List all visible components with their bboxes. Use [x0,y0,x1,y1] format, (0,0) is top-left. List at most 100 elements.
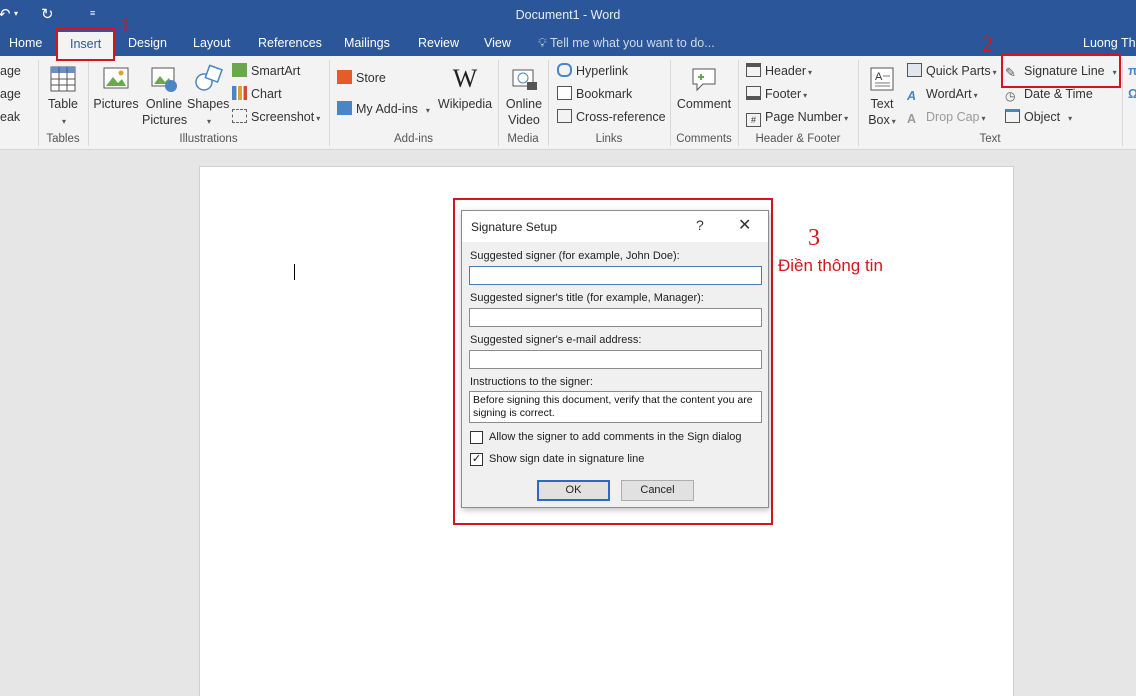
quick-parts-icon [907,63,922,77]
tab-view[interactable]: View [484,36,511,50]
cover-page-button[interactable]: age [0,62,21,80]
ribbon-tabs: Home Insert Design Layout References Mai… [0,32,1136,58]
footer-label: Footer [765,87,802,101]
quick-parts-button[interactable]: Quick Parts ▾ [907,62,997,80]
shapes-button[interactable]: Shapes ▾ [187,64,229,130]
store-icon [337,70,352,84]
object-button[interactable]: Object ▾ [1005,108,1072,126]
header-button[interactable]: Header ▾ [746,62,812,80]
table-icon [50,66,76,92]
drop-cap-label: Drop Cap [926,110,980,124]
tab-design[interactable]: Design [128,36,167,50]
pictures-icon [103,67,129,89]
drop-cap-button[interactable]: A Drop Cap ▾ [907,108,986,126]
text-box-button[interactable]: A Text Box ▾ [863,64,901,130]
wordart-icon: A [907,89,917,103]
wordart-label: WordArt [926,87,972,101]
my-addins-label: My Add-ins [356,102,418,116]
hyperlink-button[interactable]: Hyperlink [557,62,628,80]
wikipedia-label: Wikipedia [437,97,493,111]
equation-icon[interactable]: π [1128,62,1136,80]
signer-title-label: Suggested signer's title (for example, M… [470,292,704,304]
dialog-title-bar: Signature Setup ? ✕ [462,211,768,242]
screenshot-label: Screenshot [251,110,315,124]
dropdown-icon: ▾ [206,117,211,126]
my-addins-button[interactable]: My Add-ins ▾ [337,100,430,118]
group-label-links: Links [595,133,623,145]
title-bar: ↶ ▾ ↻ ≡ Document1 - Word [0,0,1136,32]
page-number-label: Page Number [765,110,843,124]
tab-layout[interactable]: Layout [193,36,231,50]
tab-references[interactable]: References [258,36,322,50]
dialog-title: Signature Setup [471,220,558,234]
hyperlink-label: Hyperlink [576,64,629,78]
drop-cap-icon: A [907,112,917,126]
chart-button[interactable]: Chart [232,85,282,103]
show-date-checkbox[interactable]: ✓ [470,453,483,466]
signer-title-input[interactable] [469,308,762,327]
dropdown-icon: ▾ [61,117,66,126]
tell-me-box[interactable]: 💡︎ Tell me what you want to do... [538,36,715,51]
footer-button[interactable]: Footer ▾ [746,85,807,103]
calendar-clock-icon: ◷ [1005,89,1016,103]
ribbon-insert: age age eak Table ▾ Tables Pictures Onli… [0,56,1136,150]
pictures-button[interactable]: Pictures [93,64,139,112]
tab-mailings[interactable]: Mailings [344,36,390,50]
signer-input[interactable] [469,266,762,285]
wikipedia-button[interactable]: W Wikipedia [437,64,493,112]
text-cursor [294,264,295,280]
cross-reference-button[interactable]: Cross-reference [557,108,666,126]
show-date-label[interactable]: Show sign date in signature line [489,453,644,465]
screenshot-button[interactable]: Screenshot ▾ [232,108,320,126]
instructions-textarea[interactable]: Before signing this document, verify tha… [469,391,762,423]
signer-email-input[interactable] [469,350,762,369]
online-video-label-2: Video [508,113,540,127]
page-number-button[interactable]: # Page Number ▾ [746,108,848,127]
annotation-step-2: 2 [982,31,993,56]
wordart-button[interactable]: A WordArt ▾ [907,85,978,103]
bookmark-button[interactable]: Bookmark [557,85,632,103]
smartart-button[interactable]: SmartArt [232,62,300,80]
store-button[interactable]: Store [337,69,386,87]
group-label-header-footer: Header & Footer [755,133,841,145]
online-video-icon [512,69,537,90]
text-box-label-2: Box [868,113,890,127]
allow-comments-label[interactable]: Allow the signer to add comments in the … [489,431,742,443]
annotation-box-signature-line [1001,54,1121,88]
allow-comments-checkbox[interactable] [470,431,483,444]
tab-home[interactable]: Home [9,36,42,50]
online-video-label-1: Online [505,97,543,111]
pictures-label: Pictures [93,97,139,111]
close-icon[interactable]: ✕ [738,215,751,235]
online-video-button[interactable]: Online Video [502,64,546,128]
shapes-icon [195,64,223,91]
group-label-comments: Comments [676,133,732,145]
header-icon [746,63,761,77]
user-name[interactable]: Luong Thi [1083,36,1136,50]
screenshot-icon [232,109,247,123]
comment-icon [692,68,716,92]
header-label: Header [765,64,806,78]
tab-review[interactable]: Review [418,36,459,50]
shapes-label: Shapes [187,97,230,111]
hyperlink-icon [557,63,572,77]
comment-button[interactable]: Comment [674,64,734,112]
help-icon[interactable]: ? [696,217,704,233]
text-box-icon: A [870,67,894,91]
table-button[interactable]: Table ▾ [44,64,82,130]
smartart-icon [232,63,247,77]
cancel-button[interactable]: Cancel [621,480,694,501]
online-pictures-label-1: Online [145,97,183,111]
page-number-icon: # [746,113,761,127]
annotation-fill-info: Điền thông tin [778,256,883,275]
smartart-label: SmartArt [251,64,301,78]
wikipedia-icon: W [452,64,478,93]
chart-label: Chart [251,87,282,101]
cross-reference-icon [557,109,572,123]
online-pictures-button[interactable]: Online Pictures [142,64,187,128]
blank-page-button[interactable]: age [0,85,21,103]
page-break-button[interactable]: eak [0,108,20,126]
ok-button[interactable]: OK [537,480,610,501]
object-icon [1005,109,1020,123]
symbol-icon[interactable]: Ω [1128,85,1136,103]
